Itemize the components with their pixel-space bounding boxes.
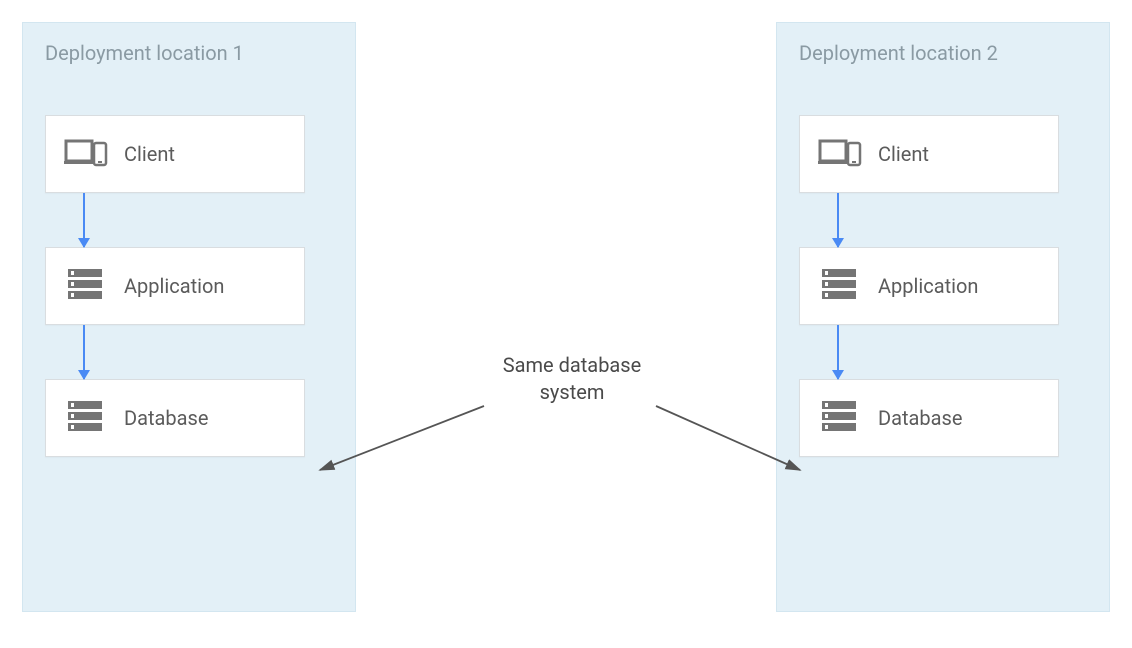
client-box-left: Client [45, 115, 305, 193]
same-database-label: Same database system [492, 352, 652, 406]
server-icon [818, 267, 862, 305]
arrow-app-to-db-left [83, 325, 85, 379]
database-icon [818, 399, 862, 437]
deployment-zone-1: Deployment location 1 Client Applicatio [22, 22, 356, 612]
database-box-left: Database [45, 379, 305, 457]
client-label: Client [878, 142, 929, 166]
arrow-app-to-db-right [837, 325, 839, 379]
zone-1-title: Deployment location 1 [45, 41, 333, 65]
server-icon [64, 267, 108, 305]
deployment-zone-2: Deployment location 2 Client Applicatio [776, 22, 1110, 612]
application-box-right: Application [799, 247, 1059, 325]
arrow-client-to-app-right [837, 193, 839, 247]
client-icon [818, 135, 862, 173]
database-box-right: Database [799, 379, 1059, 457]
database-label: Database [124, 406, 208, 430]
application-box-left: Application [45, 247, 305, 325]
database-label: Database [878, 406, 962, 430]
client-box-right: Client [799, 115, 1059, 193]
database-icon [64, 399, 108, 437]
application-label: Application [124, 274, 224, 298]
arrow-client-to-app-left [83, 193, 85, 247]
client-icon [64, 135, 108, 173]
client-label: Client [124, 142, 175, 166]
application-label: Application [878, 274, 978, 298]
zone-2-title: Deployment location 2 [799, 41, 1087, 65]
